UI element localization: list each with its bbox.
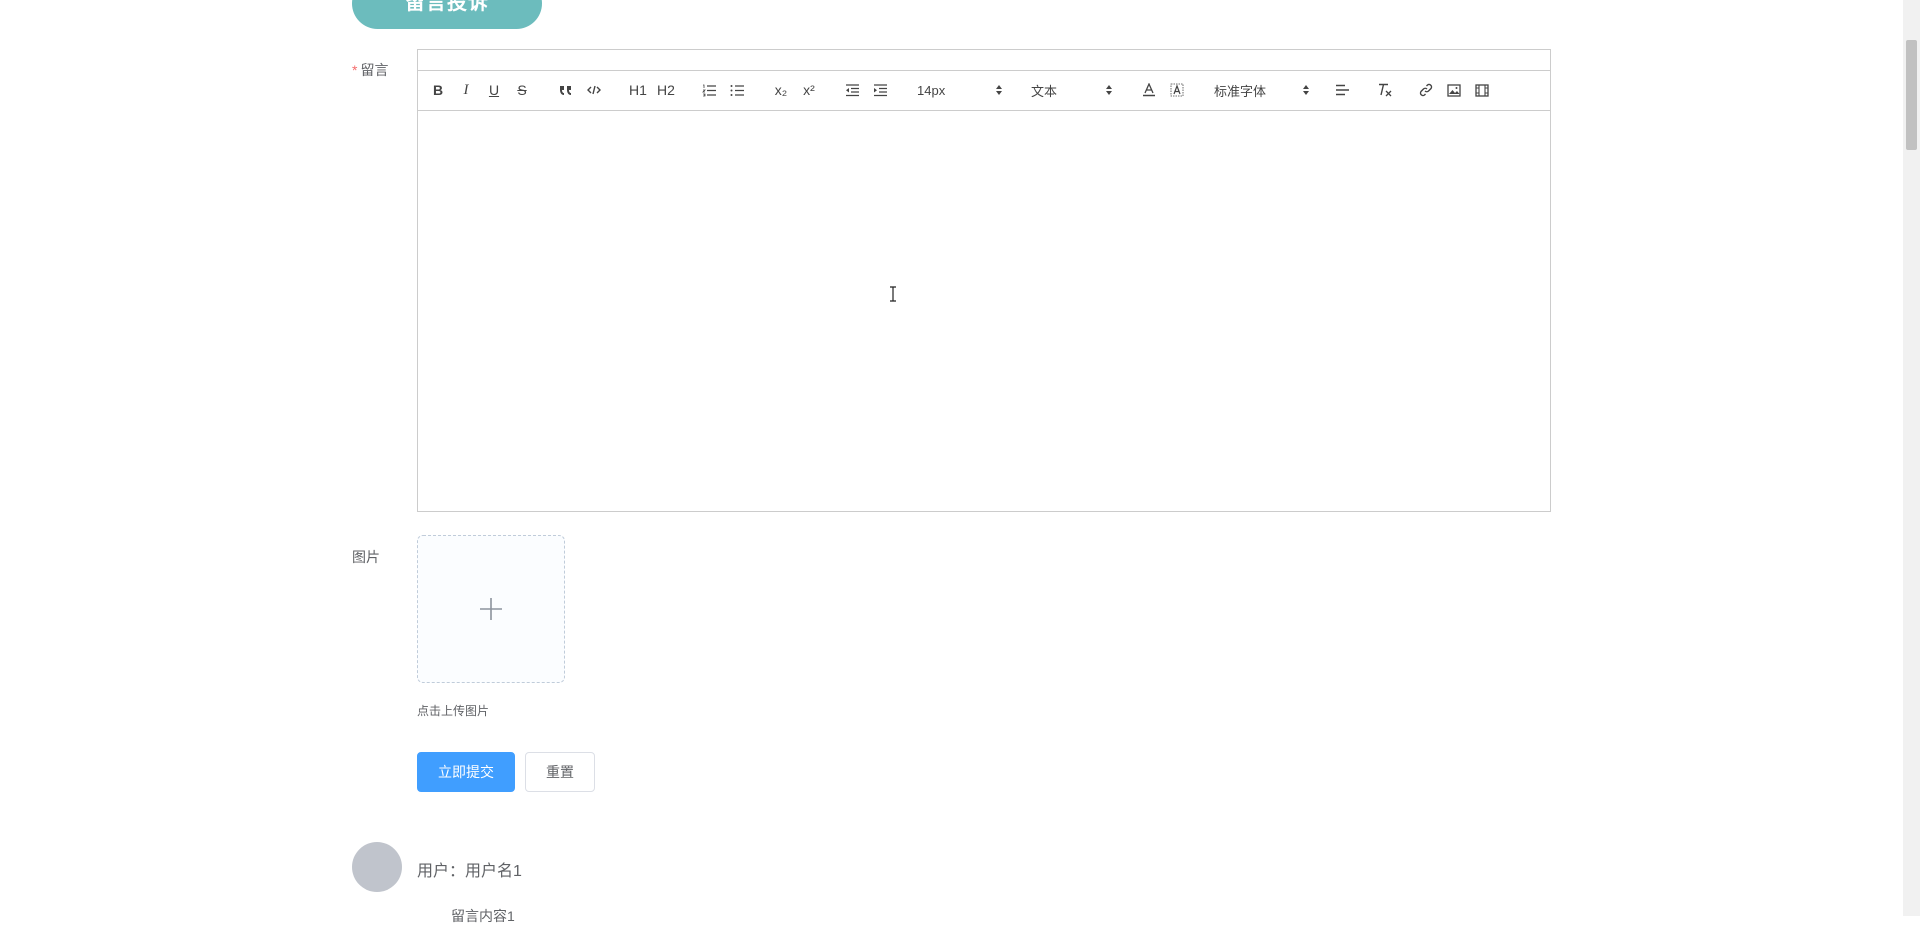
font-size-value: 14px <box>917 82 946 98</box>
ordered-list-icon[interactable] <box>701 70 717 110</box>
font-family-select[interactable]: 标准字体 <box>1214 70 1310 110</box>
upload-tip: 点击上传图片 <box>417 704 490 718</box>
text-cursor-icon <box>889 286 897 307</box>
reset-button[interactable]: 重置 <box>525 752 595 792</box>
subscript-glyph: x₂ <box>774 82 788 98</box>
select-arrows-icon <box>1106 85 1112 95</box>
bold-icon[interactable]: B <box>430 70 446 110</box>
bold-glyph: B <box>432 82 444 98</box>
underline-glyph: U <box>488 82 500 98</box>
complaint-button[interactable]: 留言投诉 <box>352 0 542 29</box>
message-label: * 留言 <box>352 60 388 80</box>
message-label-text: 留言 <box>360 62 389 78</box>
video-icon[interactable] <box>1474 70 1490 110</box>
editor-toolbar: B I U S H1 H2 x₂ x² 14px 文本 标准字体 <box>418 70 1550 111</box>
header1-icon[interactable]: H1 <box>628 70 648 110</box>
outdent-icon[interactable] <box>844 70 860 110</box>
underline-icon[interactable]: U <box>486 70 502 110</box>
superscript-glyph: x² <box>803 82 815 98</box>
editor-top-strip <box>418 50 1550 71</box>
code-block-icon[interactable] <box>586 70 602 110</box>
editor-content-area[interactable] <box>418 111 1550 511</box>
subscript-icon[interactable]: x₂ <box>772 70 790 110</box>
select-arrows-icon <box>996 85 1002 95</box>
italic-icon[interactable]: I <box>458 70 474 110</box>
header1-glyph: H1 <box>629 82 647 98</box>
submit-button[interactable]: 立即提交 <box>417 752 515 792</box>
strike-icon[interactable]: S <box>514 70 530 110</box>
select-arrows-icon <box>1303 85 1309 95</box>
rich-text-editor: B I U S H1 H2 x₂ x² 14px 文本 标准字体 <box>417 49 1551 512</box>
font-size-select[interactable]: 14px <box>917 70 1003 110</box>
blockquote-icon[interactable] <box>558 70 574 110</box>
bullet-list-icon[interactable] <box>729 70 745 110</box>
indent-icon[interactable] <box>872 70 888 110</box>
image-upload-box[interactable] <box>417 535 565 683</box>
font-color-icon[interactable] <box>1141 70 1157 110</box>
comment-content: 留言内容1 <box>451 908 515 924</box>
scrollbar-thumb[interactable] <box>1906 40 1917 150</box>
avatar <box>352 842 402 892</box>
italic-glyph: I <box>463 81 469 98</box>
required-mark: * <box>352 62 358 78</box>
font-family-value: 标准字体 <box>1214 83 1267 99</box>
header2-glyph: H2 <box>657 82 675 98</box>
header-select-value: 文本 <box>1031 83 1058 99</box>
plus-icon <box>480 598 502 620</box>
comment-user: 用户：用户名1 <box>417 863 522 880</box>
align-icon[interactable] <box>1334 70 1350 110</box>
superscript-icon[interactable]: x² <box>800 70 818 110</box>
background-color-icon[interactable] <box>1169 70 1185 110</box>
strike-glyph: S <box>517 82 527 98</box>
clean-format-icon[interactable] <box>1376 70 1394 110</box>
link-icon[interactable] <box>1418 70 1434 110</box>
header-select[interactable]: 文本 <box>1031 70 1113 110</box>
header2-icon[interactable]: H2 <box>656 70 676 110</box>
image-icon[interactable] <box>1446 70 1462 110</box>
image-label: 图片 <box>352 549 380 565</box>
